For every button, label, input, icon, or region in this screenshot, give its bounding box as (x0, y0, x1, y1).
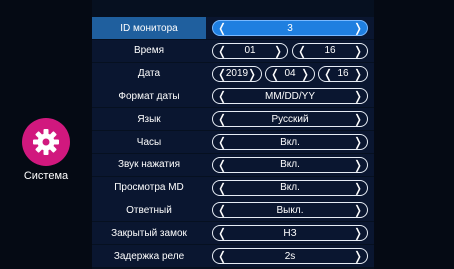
chevron-right-icon[interactable]: ❭ (353, 22, 363, 34)
setting-row[interactable]: Дата ❬ 2019 ❭ ❬ 04 ❭ ❬ 16 ❭ (92, 62, 374, 85)
value-text: 16 (324, 45, 336, 57)
chevron-left-icon[interactable]: ❬ (217, 136, 227, 148)
value-text: 16 (337, 68, 349, 80)
setting-label: ID монитора (92, 17, 206, 39)
gear-icon-glyph (33, 129, 59, 155)
value-text: Выкл. (276, 204, 304, 216)
chevron-right-icon[interactable]: ❭ (353, 250, 363, 262)
value-text: 04 (284, 68, 296, 80)
value-text: Вкл. (280, 159, 300, 171)
setting-label: Формат даты (92, 85, 206, 108)
chevron-right-icon[interactable]: ❭ (353, 182, 363, 194)
setting-label: Дата (92, 62, 206, 85)
chevron-left-icon[interactable]: ❬ (217, 227, 227, 239)
value-selector[interactable]: ❬ Русский ❭ (212, 111, 368, 128)
setting-row[interactable]: Язык ❬ Русский ❭ (92, 108, 374, 131)
sidebar-label: Система (23, 170, 69, 182)
value-text: 2s (284, 250, 296, 262)
chevron-right-icon[interactable]: ❭ (273, 45, 283, 57)
value-text: Вкл. (280, 182, 300, 194)
value-selector[interactable]: ❬ 04 ❭ (265, 65, 315, 82)
right-margin (374, 0, 454, 269)
value-text: НЗ (283, 227, 297, 239)
value-text: MM/DD/YY (265, 90, 315, 102)
setting-row[interactable]: Формат даты ❬ MM/DD/YY ❭ (92, 85, 374, 108)
setting-row[interactable]: Ответный ❬ Выкл. ❭ (92, 199, 374, 222)
chevron-left-icon[interactable]: ❬ (217, 159, 227, 171)
chevron-right-icon[interactable]: ❭ (353, 159, 363, 171)
value-selector[interactable]: ❬ 2s ❭ (212, 248, 368, 264)
chevron-right-icon[interactable]: ❭ (353, 136, 363, 148)
chevron-left-icon[interactable]: ❬ (217, 113, 227, 125)
value-selector[interactable]: ❬ 2019 ❭ (212, 65, 262, 82)
value-selector[interactable]: ❬ 16 ❭ (292, 42, 368, 59)
setting-value: ❬ Вкл. ❭ (206, 176, 374, 199)
setting-row[interactable]: Задержка реле ❬ 2s ❭ (92, 245, 374, 267)
setting-value: ❬ 3 ❭ (206, 17, 374, 39)
setting-value: ❬ Вкл. ❭ (206, 131, 374, 153)
chevron-right-icon[interactable]: ❭ (247, 68, 257, 80)
chevron-right-icon[interactable]: ❭ (353, 204, 363, 216)
value-text: 3 (287, 22, 293, 34)
setting-label: Задержка реле (92, 245, 206, 267)
setting-value: ❬ 2s ❭ (206, 245, 374, 267)
value-selector[interactable]: ❬ НЗ ❭ (212, 225, 368, 242)
value-selector[interactable]: ❬ 3 ❭ (212, 20, 368, 36)
setting-value: ❬ MM/DD/YY ❭ (206, 85, 374, 108)
value-text: Вкл. (280, 136, 300, 148)
chevron-left-icon[interactable]: ❬ (217, 182, 227, 194)
chevron-left-icon[interactable]: ❬ (217, 68, 227, 80)
value-selector[interactable]: ❬ Вкл. ❭ (212, 134, 368, 150)
chevron-left-icon[interactable]: ❬ (297, 45, 307, 57)
chevron-right-icon[interactable]: ❭ (300, 68, 310, 80)
chevron-left-icon[interactable]: ❬ (217, 204, 227, 216)
chevron-left-icon[interactable]: ❬ (217, 90, 227, 102)
chevron-left-icon[interactable]: ❬ (217, 250, 227, 262)
chevron-right-icon[interactable]: ❭ (353, 227, 363, 239)
chevron-right-icon[interactable]: ❭ (353, 113, 363, 125)
setting-label: Время (92, 39, 206, 62)
setting-value: ❬ Выкл. ❭ (206, 199, 374, 222)
chevron-left-icon[interactable]: ❬ (217, 45, 227, 57)
gear-icon[interactable] (22, 118, 70, 166)
setting-label: Просмотра MD (92, 176, 206, 199)
setting-row[interactable]: Звук нажатия ❬ Вкл. ❭ (92, 153, 374, 176)
value-selector[interactable]: ❬ 01 ❭ (212, 42, 288, 59)
setting-label: Ответный (92, 199, 206, 222)
setting-value: ❬ 2019 ❭ ❬ 04 ❭ ❬ 16 ❭ (206, 62, 374, 85)
value-selector[interactable]: ❬ 16 ❭ (318, 65, 368, 82)
setting-row[interactable]: Время ❬ 01 ❭ ❬ 16 ❭ (92, 39, 374, 62)
setting-row[interactable]: Просмотра MD ❬ Вкл. ❭ (92, 176, 374, 199)
chevron-right-icon[interactable]: ❭ (353, 45, 363, 57)
left-panel: Система (0, 0, 92, 269)
setting-label: Часы (92, 131, 206, 153)
setting-value: ❬ 01 ❭ ❬ 16 ❭ (206, 39, 374, 62)
value-text: Русский (271, 113, 309, 125)
chevron-left-icon[interactable]: ❬ (270, 68, 280, 80)
setting-label: Язык (92, 108, 206, 131)
screen: Система ID монитора ❬ 3 ❭ Время ❬ 01 ❭ ❬ 16 ❭ Дата ❬… (0, 0, 454, 269)
setting-row[interactable]: Часы ❬ Вкл. ❭ (92, 131, 374, 153)
setting-row[interactable]: ID монитора ❬ 3 ❭ (92, 17, 374, 39)
setting-label: Закрытый замок (92, 222, 206, 245)
setting-value: ❬ Вкл. ❭ (206, 153, 374, 176)
chevron-right-icon[interactable]: ❭ (353, 68, 363, 80)
settings-list: ID монитора ❬ 3 ❭ Время ❬ 01 ❭ ❬ 16 ❭ Дата ❬ 2019 ❭ ❬ 04… (92, 17, 374, 269)
value-text: 2019 (225, 68, 249, 80)
chevron-left-icon[interactable]: ❬ (217, 22, 227, 34)
value-selector[interactable]: ❬ Вкл. ❭ (212, 179, 368, 196)
setting-value: ❬ НЗ ❭ (206, 222, 374, 245)
chevron-right-icon[interactable]: ❭ (353, 90, 363, 102)
setting-value: ❬ Русский ❭ (206, 108, 374, 131)
value-selector[interactable]: ❬ Вкл. ❭ (212, 156, 368, 173)
chevron-left-icon[interactable]: ❬ (323, 68, 333, 80)
setting-row[interactable]: Закрытый замок ❬ НЗ ❭ (92, 222, 374, 245)
setting-label: Звук нажатия (92, 153, 206, 176)
value-selector[interactable]: ❬ Выкл. ❭ (212, 202, 368, 219)
value-selector[interactable]: ❬ MM/DD/YY ❭ (212, 88, 368, 105)
value-text: 01 (244, 45, 256, 57)
